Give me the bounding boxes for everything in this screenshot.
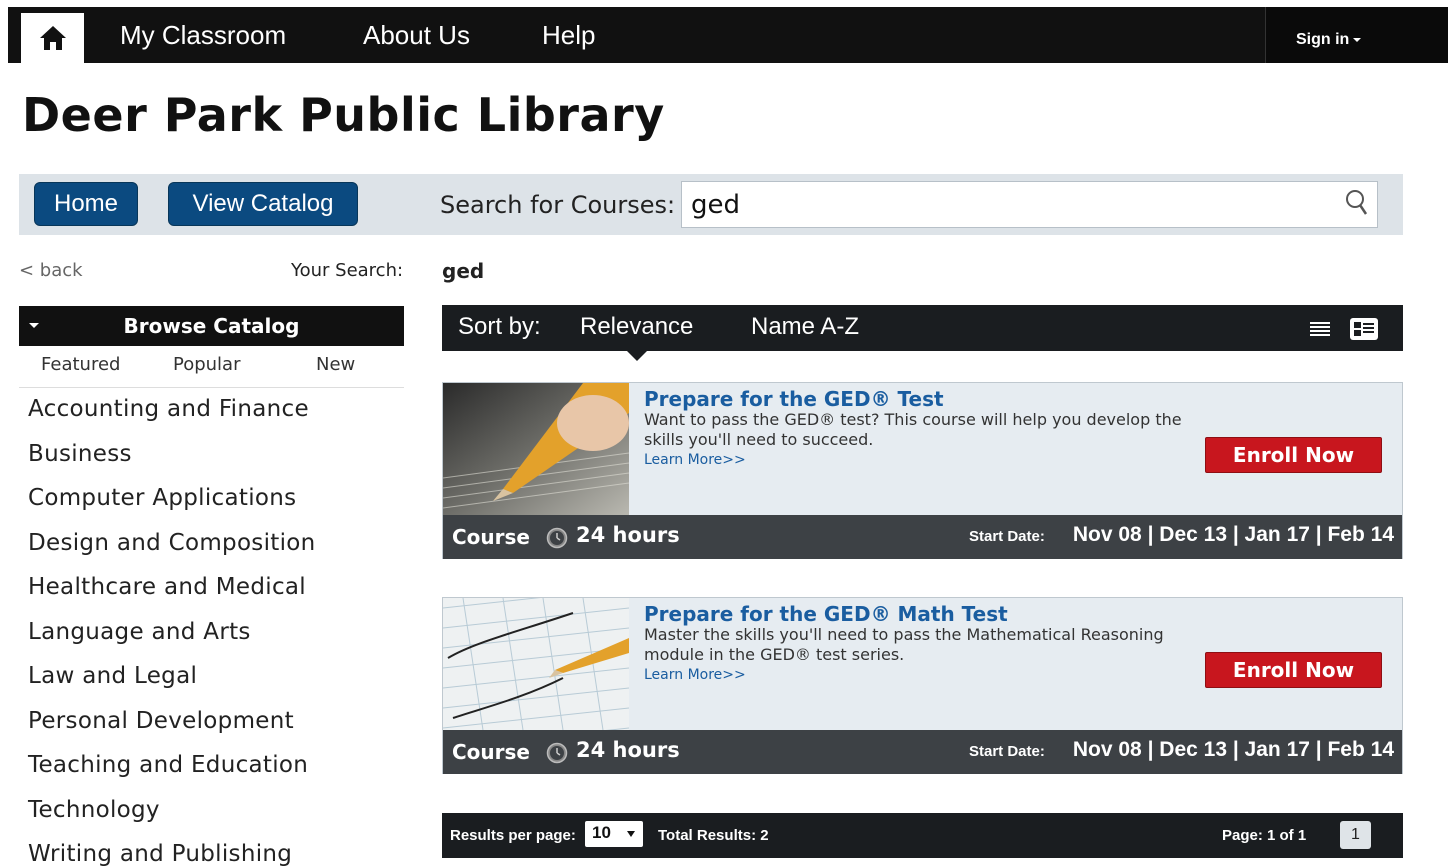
search-icon[interactable]: [1345, 189, 1369, 217]
detail-view-icon[interactable]: [1350, 318, 1378, 340]
category-language-arts[interactable]: Language and Arts: [28, 619, 251, 645]
category-writing-publishing[interactable]: Writing and Publishing: [28, 841, 292, 867]
nav-about-us[interactable]: About Us: [363, 20, 470, 51]
total-results: Total Results: 2: [658, 827, 769, 844]
course-image-ged-math[interactable]: [443, 598, 629, 730]
course-card: Prepare for the GED® Math Test Master th…: [442, 597, 1403, 774]
course-footer: Course 24 hours Start Date: Nov 08 | Dec…: [443, 730, 1402, 774]
sign-in-label: Sign in: [1296, 31, 1350, 48]
category-teaching-education[interactable]: Teaching and Education: [28, 752, 308, 778]
learn-more-link[interactable]: Learn More>>: [644, 667, 746, 683]
browse-catalog-header[interactable]: Browse Catalog: [19, 306, 404, 346]
sign-in-dropdown[interactable]: Sign in: [1296, 31, 1362, 49]
course-title[interactable]: Prepare for the GED® Test: [644, 387, 944, 411]
course-description: Master the skills you'll need to pass th…: [644, 625, 1164, 664]
category-healthcare-medical[interactable]: Healthcare and Medical: [28, 574, 306, 600]
search-query-echo: ged: [442, 259, 485, 283]
browse-catalog-title: Browse Catalog: [123, 314, 300, 338]
page-button-1[interactable]: 1: [1340, 821, 1371, 849]
tab-new[interactable]: New: [316, 354, 355, 375]
course-description: Want to pass the GED® test? This course …: [644, 410, 1182, 449]
category-accounting-finance[interactable]: Accounting and Finance: [28, 396, 309, 422]
sort-active-indicator: [626, 350, 648, 361]
clock-icon: [546, 527, 568, 549]
course-image-ged-test[interactable]: [443, 383, 629, 515]
course-type: Course: [452, 740, 530, 764]
course-duration: 24 hours: [576, 523, 680, 547]
sort-name-az[interactable]: Name A-Z: [751, 313, 859, 341]
category-design-composition[interactable]: Design and Composition: [28, 530, 316, 556]
chevron-down-icon: [627, 831, 635, 837]
results-per-page-value: 10: [592, 823, 611, 842]
chevron-down-icon: [1353, 37, 1362, 42]
home-icon: [39, 26, 66, 50]
category-personal-development[interactable]: Personal Development: [28, 708, 294, 734]
tab-featured[interactable]: Featured: [41, 354, 120, 375]
search-toolbar: Home View Catalog Search for Courses:: [19, 174, 1403, 235]
nav-help[interactable]: Help: [542, 20, 595, 51]
results-pager: Results per page: 10 Total Results: 2 Pa…: [442, 813, 1403, 858]
course-footer: Course 24 hours Start Date: Nov 08 | Dec…: [443, 515, 1402, 559]
view-catalog-button[interactable]: View Catalog: [168, 182, 358, 226]
back-link[interactable]: < back: [19, 260, 83, 281]
category-business[interactable]: Business: [28, 441, 132, 467]
search-label: Search for Courses:: [440, 191, 676, 219]
results-per-page-select[interactable]: 10: [585, 821, 643, 847]
start-date-label: Start Date:: [969, 743, 1045, 760]
search-input[interactable]: [681, 181, 1378, 228]
results-per-page-label: Results per page:: [450, 827, 576, 844]
clock-icon: [546, 742, 568, 764]
category-computer-applications[interactable]: Computer Applications: [28, 485, 296, 511]
start-dates: Nov 08 | Dec 13 | Jan 17 | Feb 14: [1072, 738, 1394, 761]
category-technology[interactable]: Technology: [28, 797, 160, 823]
start-date-label: Start Date:: [969, 528, 1045, 545]
tab-popular[interactable]: Popular: [173, 354, 241, 375]
list-view-icon[interactable]: [1310, 321, 1330, 337]
nav-my-classroom[interactable]: My Classroom: [120, 20, 286, 51]
course-card: Prepare for the GED® Test Want to pass t…: [442, 382, 1403, 559]
page-indicator: Page: 1 of 1: [1222, 827, 1307, 844]
enroll-now-button[interactable]: Enroll Now: [1205, 652, 1382, 688]
enroll-now-button[interactable]: Enroll Now: [1205, 437, 1382, 473]
top-nav: My Classroom About Us Help Sign in: [8, 7, 1448, 63]
browse-tabs: Featured Popular New: [19, 346, 404, 388]
sort-bar: Sort by: Relevance Name A-Z: [442, 305, 1403, 361]
course-duration: 24 hours: [576, 738, 680, 762]
page-title: Deer Park Public Library: [22, 88, 665, 142]
sort-relevance[interactable]: Relevance: [580, 313, 693, 341]
sort-label: Sort by:: [458, 313, 541, 340]
home-tab[interactable]: [21, 13, 84, 63]
your-search-label: Your Search:: [291, 260, 404, 281]
start-dates: Nov 08 | Dec 13 | Jan 17 | Feb 14: [1072, 523, 1394, 546]
learn-more-link[interactable]: Learn More>>: [644, 452, 746, 468]
home-button[interactable]: Home: [34, 182, 138, 226]
course-title[interactable]: Prepare for the GED® Math Test: [644, 602, 1008, 626]
category-law-legal[interactable]: Law and Legal: [28, 663, 197, 689]
course-type: Course: [452, 525, 530, 549]
